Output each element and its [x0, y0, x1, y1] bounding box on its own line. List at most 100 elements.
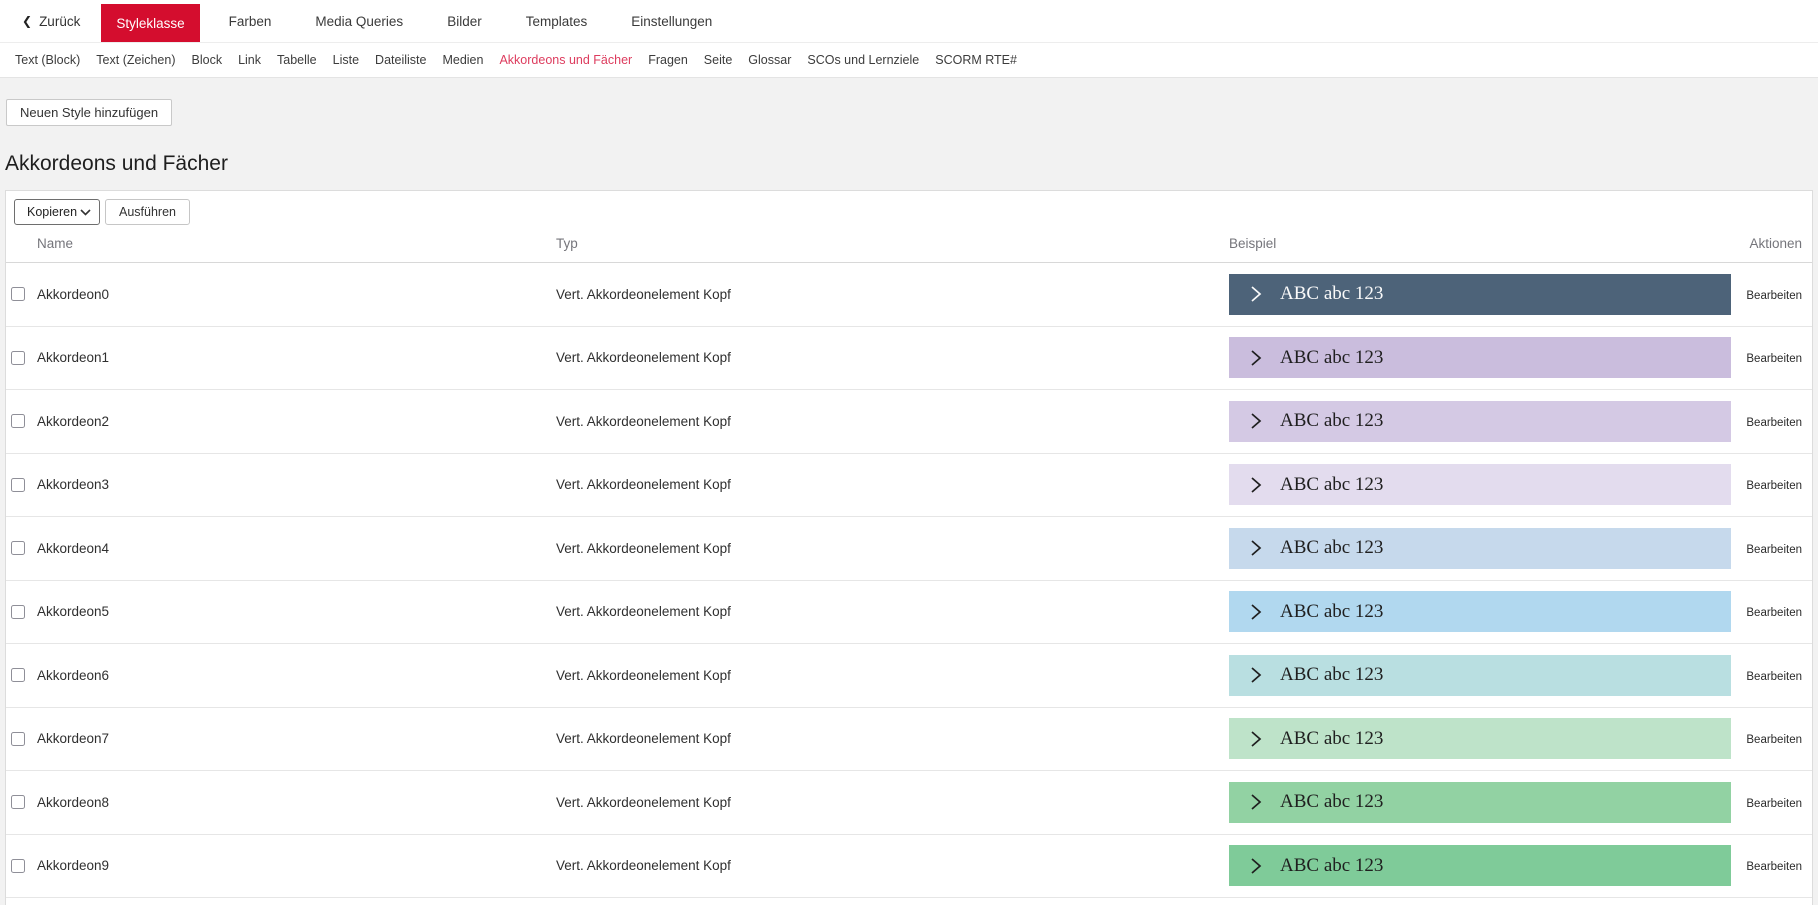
example-text: ABC abc 123: [1280, 283, 1383, 305]
style-type: Vert. Akkordeonelement Kopf: [556, 350, 1229, 365]
nav-item-styleklasse[interactable]: Styleklasse: [101, 4, 199, 42]
add-style-button[interactable]: Neuen Style hinzufügen: [6, 99, 172, 126]
edit-link[interactable]: Bearbeiten: [1746, 480, 1802, 492]
accordion-example-preview: ABC abc 123: [1229, 528, 1731, 569]
subnav-item-scorm-rte-[interactable]: SCORM RTE#: [934, 53, 1018, 67]
style-type: Vert. Akkordeonelement Kopf: [556, 795, 1229, 810]
page-title: Akkordeons und Fächer: [5, 152, 228, 176]
subnav-item-text-block-[interactable]: Text (Block): [14, 53, 81, 67]
back-button[interactable]: ❮ Zurück: [0, 0, 94, 42]
style-name: Akkordeon3: [37, 477, 556, 492]
row-checkbox[interactable]: [11, 605, 25, 619]
style-type: Vert. Akkordeonelement Kopf: [556, 604, 1229, 619]
nav-item-einstellungen[interactable]: Einstellungen: [616, 0, 727, 42]
chevron-right-icon: [1248, 855, 1263, 877]
accordion-example-preview: ABC abc 123: [1229, 782, 1731, 823]
example-text: ABC abc 123: [1280, 410, 1383, 432]
edit-link[interactable]: Bearbeiten: [1746, 734, 1802, 746]
accordion-example-preview: ABC abc 123: [1229, 274, 1731, 315]
example-text: ABC abc 123: [1280, 474, 1383, 496]
chevron-right-icon: [1248, 410, 1263, 432]
subnav-item-tabelle[interactable]: Tabelle: [276, 53, 318, 67]
row-checkbox[interactable]: [11, 541, 25, 555]
content-panel: Kopieren Ausführen Name Typ Beispiel Akt…: [5, 190, 1813, 905]
subnav-item-liste[interactable]: Liste: [332, 53, 360, 67]
accordion-example-preview: ABC abc 123: [1229, 591, 1731, 632]
style-name: Akkordeon8: [37, 795, 556, 810]
style-name: Akkordeon7: [37, 731, 556, 746]
edit-link[interactable]: Bearbeiten: [1746, 607, 1802, 619]
row-checkbox[interactable]: [11, 414, 25, 428]
chevron-right-icon: [1248, 601, 1263, 623]
column-header-example: Beispiel: [1229, 236, 1731, 251]
nav-item-bilder[interactable]: Bilder: [432, 0, 497, 42]
chevron-right-icon: [1248, 537, 1263, 559]
style-type: Vert. Akkordeonelement Kopf: [556, 541, 1229, 556]
table-body: Akkordeon0 Vert. Akkordeonelement Kopf A…: [6, 263, 1812, 898]
style-name: Akkordeon0: [37, 287, 556, 302]
edit-link[interactable]: Bearbeiten: [1746, 861, 1802, 873]
row-checkbox[interactable]: [11, 351, 25, 365]
row-checkbox[interactable]: [11, 287, 25, 301]
style-type: Vert. Akkordeonelement Kopf: [556, 477, 1229, 492]
chevron-right-icon: [1248, 347, 1263, 369]
table-row: Akkordeon1 Vert. Akkordeonelement Kopf A…: [6, 327, 1812, 391]
chevron-right-icon: [1248, 474, 1263, 496]
row-checkbox[interactable]: [11, 478, 25, 492]
style-type: Vert. Akkordeonelement Kopf: [556, 858, 1229, 873]
primary-nav: ❮ Zurück Styleklasse Farben Media Queries B…: [0, 0, 1818, 43]
subnav-item-dateiliste[interactable]: Dateiliste: [374, 53, 427, 67]
column-header-type: Typ: [556, 236, 1229, 251]
table-row: Akkordeon7 Vert. Akkordeonelement Kopf A…: [6, 708, 1812, 772]
bulk-action-select[interactable]: Kopieren: [14, 199, 100, 225]
accordion-example-preview: ABC abc 123: [1229, 718, 1731, 759]
row-checkbox[interactable]: [11, 859, 25, 873]
accordion-example-preview: ABC abc 123: [1229, 655, 1731, 696]
row-checkbox[interactable]: [11, 732, 25, 746]
table-row: Akkordeon4 Vert. Akkordeonelement Kopf A…: [6, 517, 1812, 581]
edit-link[interactable]: Bearbeiten: [1746, 417, 1802, 429]
subnav-item-block[interactable]: Block: [191, 53, 224, 67]
accordion-example-preview: ABC abc 123: [1229, 401, 1731, 442]
subnav-item-link[interactable]: Link: [237, 53, 262, 67]
row-checkbox[interactable]: [11, 795, 25, 809]
example-text: ABC abc 123: [1280, 537, 1383, 559]
back-label: Zurück: [39, 14, 80, 29]
nav-item-farben[interactable]: Farben: [214, 0, 287, 42]
accordion-example-preview: ABC abc 123: [1229, 337, 1731, 378]
edit-link[interactable]: Bearbeiten: [1746, 671, 1802, 683]
chevron-down-icon: [80, 209, 91, 216]
edit-link[interactable]: Bearbeiten: [1746, 290, 1802, 302]
style-name: Akkordeon5: [37, 604, 556, 619]
edit-link[interactable]: Bearbeiten: [1746, 353, 1802, 365]
subnav-item-medien[interactable]: Medien: [441, 53, 484, 67]
style-name: Akkordeon1: [37, 350, 556, 365]
chevron-right-icon: [1248, 664, 1263, 686]
table-row: Akkordeon6 Vert. Akkordeonelement Kopf A…: [6, 644, 1812, 708]
subnav-item-scos-und-lernziele[interactable]: SCOs und Lernziele: [806, 53, 920, 67]
execute-button[interactable]: Ausführen: [105, 199, 190, 225]
style-name: Akkordeon9: [37, 858, 556, 873]
style-type: Vert. Akkordeonelement Kopf: [556, 731, 1229, 746]
style-type: Vert. Akkordeonelement Kopf: [556, 414, 1229, 429]
edit-link[interactable]: Bearbeiten: [1746, 798, 1802, 810]
nav-item-media-queries[interactable]: Media Queries: [300, 0, 418, 42]
subnav-item-text-zeichen-[interactable]: Text (Zeichen): [95, 53, 176, 67]
subnav-item-akkordeons-und-f-cher[interactable]: Akkordeons und Fächer: [498, 53, 633, 67]
subnav-item-glossar[interactable]: Glossar: [747, 53, 792, 67]
table-row: Akkordeon8 Vert. Akkordeonelement Kopf A…: [6, 771, 1812, 835]
table-row: Akkordeon5 Vert. Akkordeonelement Kopf A…: [6, 581, 1812, 645]
table-row: Akkordeon3 Vert. Akkordeonelement Kopf A…: [6, 454, 1812, 518]
style-type: Vert. Akkordeonelement Kopf: [556, 287, 1229, 302]
nav-item-templates[interactable]: Templates: [511, 0, 603, 42]
row-checkbox[interactable]: [11, 668, 25, 682]
subnav-item-seite[interactable]: Seite: [703, 53, 734, 67]
subnav-item-fragen[interactable]: Fragen: [647, 53, 689, 67]
chevron-right-icon: [1248, 283, 1263, 305]
toolbar-band: Neuen Style hinzufügen Akkordeons und Fä…: [0, 78, 1818, 190]
style-type: Vert. Akkordeonelement Kopf: [556, 668, 1229, 683]
example-text: ABC abc 123: [1280, 728, 1383, 750]
example-text: ABC abc 123: [1280, 855, 1383, 877]
style-name: Akkordeon2: [37, 414, 556, 429]
edit-link[interactable]: Bearbeiten: [1746, 544, 1802, 556]
